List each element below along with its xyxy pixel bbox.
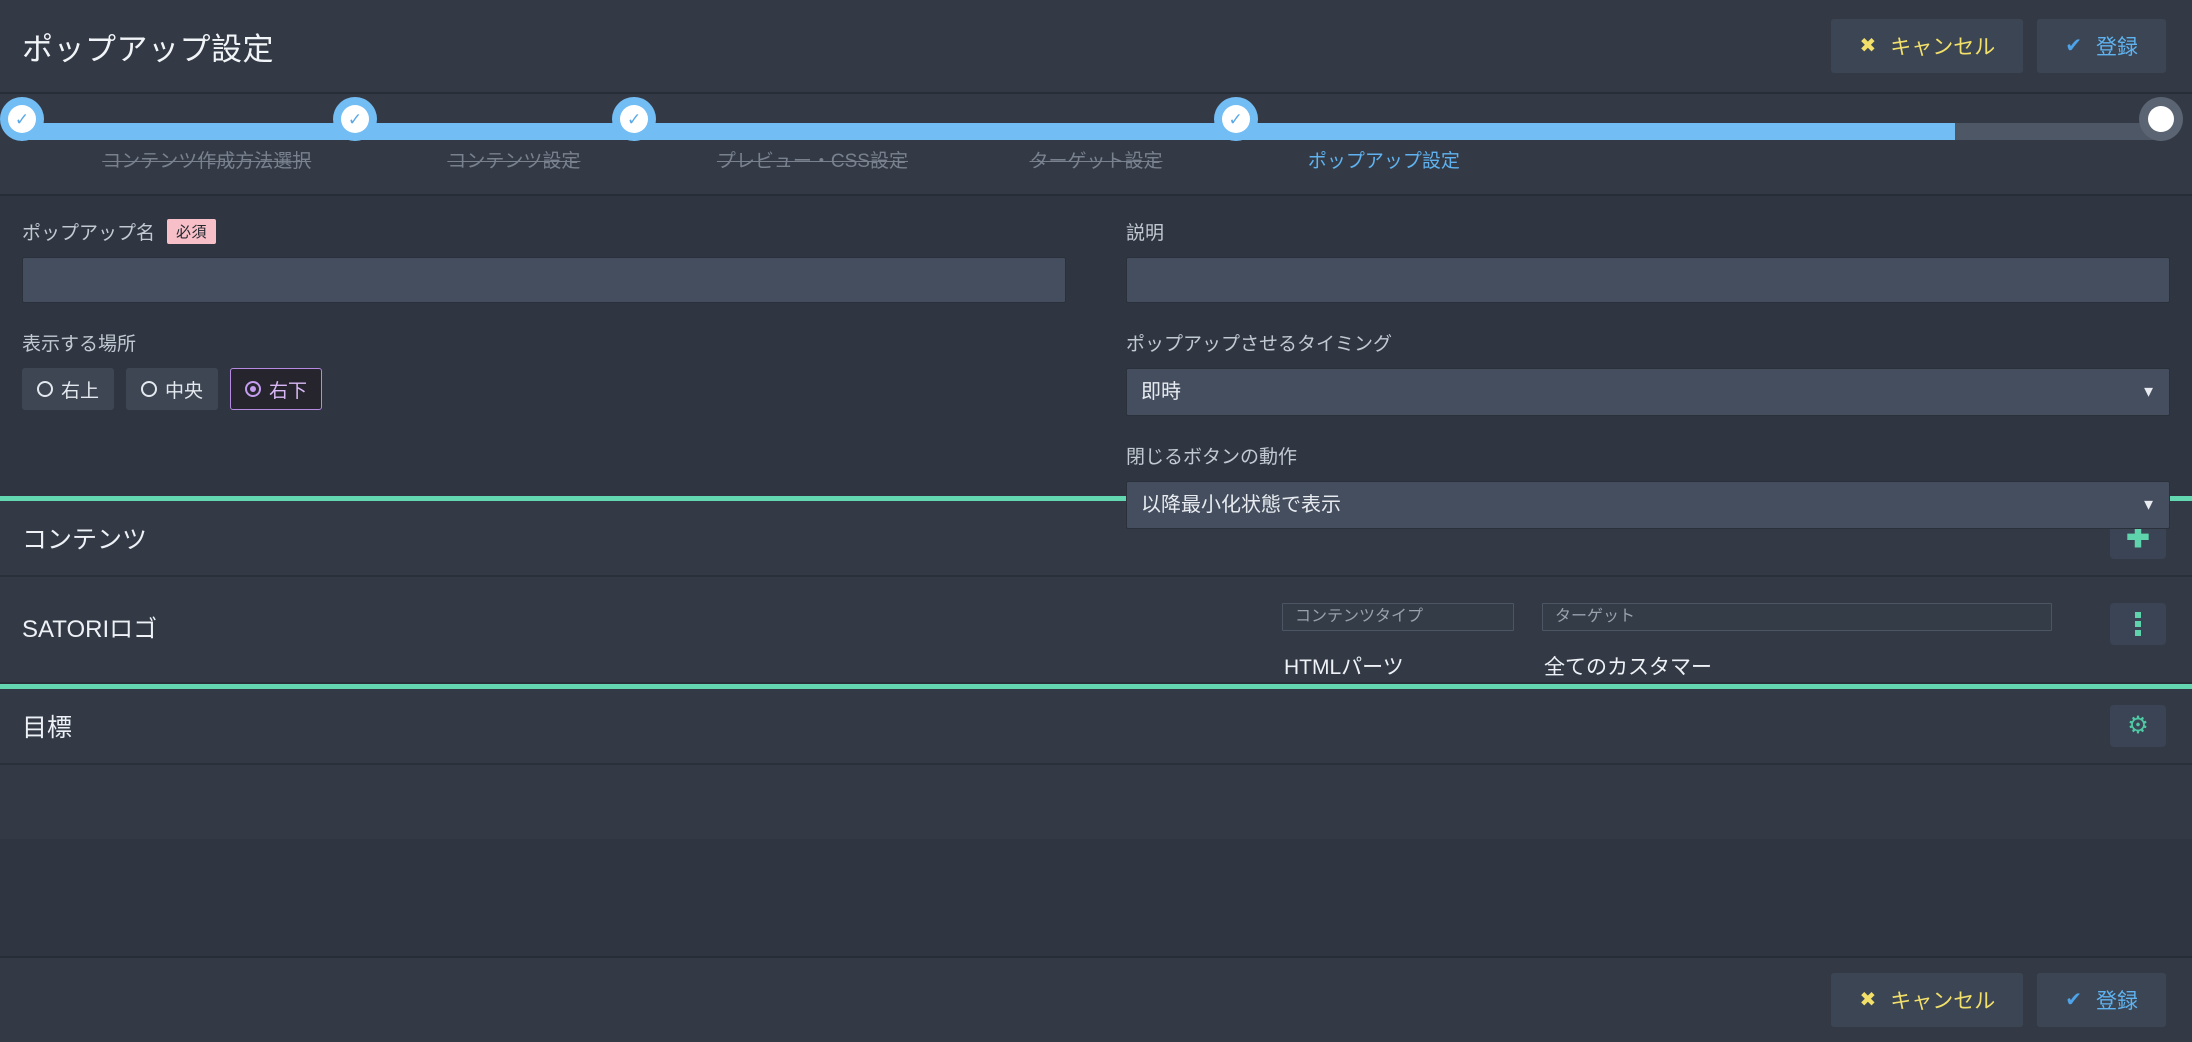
close-action-select-wrapper: 以降最小化状態で表示 ▼: [1126, 481, 2170, 529]
timing-select-wrapper: 即時 ▼: [1126, 368, 2170, 416]
cross-icon: ✖: [1859, 35, 1877, 57]
close-action-label: 閉じるボタンの動作: [1126, 447, 1298, 468]
goal-section-title: 目標: [22, 714, 73, 742]
stepper-node-2[interactable]: ✓: [612, 97, 657, 141]
stepper-label-4[interactable]: ターゲット設定: [1029, 146, 1162, 173]
radio-circle-selected-icon: [245, 381, 262, 397]
page-header: ポップアップ設定 ✖ キャンセル ✔ 登録: [0, 0, 2192, 94]
stepper-node-1[interactable]: ✓: [332, 97, 377, 141]
content-target-value: 全てのカスタマー: [1544, 656, 1712, 679]
timing-select[interactable]: 即時: [1126, 368, 2170, 416]
content-row-name: SATORIロゴ: [22, 616, 158, 643]
content-type-field: コンテンツタイプ HTMLパーツ: [1282, 603, 1514, 681]
stepper-node-4[interactable]: ✓: [1213, 97, 1258, 141]
radio-center[interactable]: 中央: [126, 368, 219, 410]
content-row-actions: [2110, 603, 2166, 681]
radio-circle-icon: [141, 381, 158, 397]
content-type-value: HTMLパーツ: [1284, 656, 1404, 679]
stepper-label-5[interactable]: ポップアップ設定: [1308, 146, 1460, 173]
popup-name-label-row: ポップアップ名 必須: [22, 218, 1066, 245]
check-icon: ✓: [8, 105, 36, 133]
content-type-caption: コンテンツタイプ: [1282, 603, 1514, 631]
radio-center-label: 中央: [165, 380, 204, 402]
content-target-field: ターゲット 全てのカスタマー: [1542, 603, 2052, 681]
popup-settings-page: ポップアップ設定 ✖ キャンセル ✔ 登録 ✓ ✓ ✓ ✓ コンテンツ作成方法選…: [0, 0, 2192, 1042]
display-position-field: 表示する場所 右上 中央 右下: [22, 329, 1066, 410]
description-field: 説明: [1126, 218, 2170, 303]
content-row: SATORIロゴ コンテンツタイプ HTMLパーツ ターゲット 全てのカスタマー: [0, 577, 2192, 684]
stepper-label-3[interactable]: プレビュー・CSS設定: [717, 146, 908, 173]
stepper-label-2[interactable]: コンテンツ設定: [447, 146, 580, 173]
gear-icon: ⚙: [2127, 712, 2149, 739]
content-section-title: コンテンツ: [22, 526, 148, 554]
display-position-label: 表示する場所: [22, 334, 137, 355]
popup-name-input[interactable]: [22, 257, 1066, 303]
radio-top-right[interactable]: 右上: [22, 368, 115, 410]
check-icon: ✔: [2065, 35, 2082, 57]
header-cancel-label: キャンセル: [1890, 36, 1996, 59]
page-title: ポップアップ設定: [22, 31, 274, 67]
footer-submit-button[interactable]: ✔ 登録: [2037, 973, 2166, 1027]
cross-icon: ✖: [1859, 989, 1877, 1011]
form-left-column: ポップアップ名 必須 表示する場所 右上 中央 右下: [22, 218, 1066, 496]
close-action-field: 閉じるボタンの動作 以降最小化状態で表示 ▼: [1126, 442, 2170, 529]
kebab-menu-icon: [2135, 612, 2141, 636]
stepper-label-1[interactable]: コンテンツ作成方法選択: [102, 146, 311, 173]
goal-settings-button[interactable]: ⚙: [2110, 705, 2166, 747]
description-label: 説明: [1126, 223, 1165, 244]
check-icon: ✓: [1221, 105, 1250, 133]
radio-bottom-right-label: 右下: [269, 380, 308, 402]
settings-form: ポップアップ名 必須 表示する場所 右上 中央 右下 説明 ポップアップさせるタ…: [0, 196, 2192, 529]
check-icon: ✔: [2065, 989, 2082, 1011]
goal-section-header: 目標 ⚙: [0, 689, 2192, 765]
footer-cancel-button[interactable]: ✖ キャンセル: [1831, 973, 2024, 1027]
stepper-nodes: ✓ ✓ ✓ ✓: [0, 94, 2184, 152]
timing-label: ポップアップさせるタイミング: [1126, 334, 1393, 355]
form-right-column: 説明 ポップアップさせるタイミング 即時 ▼ 閉じるボタンの動作 以降最小化状態…: [1126, 218, 2170, 529]
radio-bottom-right[interactable]: 右下: [230, 368, 323, 410]
close-action-select[interactable]: 以降最小化状態で表示: [1126, 481, 2170, 529]
footer-cancel-label: キャンセル: [1890, 990, 1996, 1013]
required-badge: 必須: [167, 219, 217, 244]
check-icon: ✓: [620, 105, 649, 133]
display-position-radio-group: 右上 中央 右下: [22, 368, 1066, 410]
content-row-menu-button[interactable]: [2110, 603, 2166, 645]
header-actions: ✖ キャンセル ✔ 登録: [1831, 19, 2166, 73]
radio-circle-icon: [37, 381, 53, 397]
stepper-node-current-dot: [2148, 106, 2175, 132]
radio-top-right-label: 右上: [61, 380, 100, 402]
check-icon: ✓: [340, 105, 369, 133]
header-submit-button[interactable]: ✔ 登録: [2037, 19, 2166, 73]
stepper-labels: コンテンツ作成方法選択 コンテンツ設定 プレビュー・CSS設定 ターゲット設定 …: [22, 146, 2170, 186]
header-cancel-button[interactable]: ✖ キャンセル: [1831, 19, 2024, 73]
stepper-node-5[interactable]: [2139, 97, 2184, 141]
content-target-caption: ターゲット: [1542, 603, 2052, 631]
page-footer: ✖ キャンセル ✔ 登録: [0, 956, 2192, 1042]
description-input[interactable]: [1126, 257, 2170, 303]
timing-field: ポップアップさせるタイミング 即時 ▼: [1126, 329, 2170, 416]
wizard-stepper: ✓ ✓ ✓ ✓ コンテンツ作成方法選択 コンテンツ設定 プレビュー・CSS設定 …: [0, 94, 2192, 196]
footer-submit-label: 登録: [2096, 990, 2138, 1013]
popup-name-label: ポップアップ名: [22, 223, 156, 244]
goal-section-body: [0, 765, 2192, 839]
header-submit-label: 登録: [2096, 36, 2138, 59]
popup-name-field: ポップアップ名 必須: [22, 218, 1066, 303]
content-row-fields: コンテンツタイプ HTMLパーツ ターゲット 全てのカスタマー: [1282, 603, 2166, 681]
